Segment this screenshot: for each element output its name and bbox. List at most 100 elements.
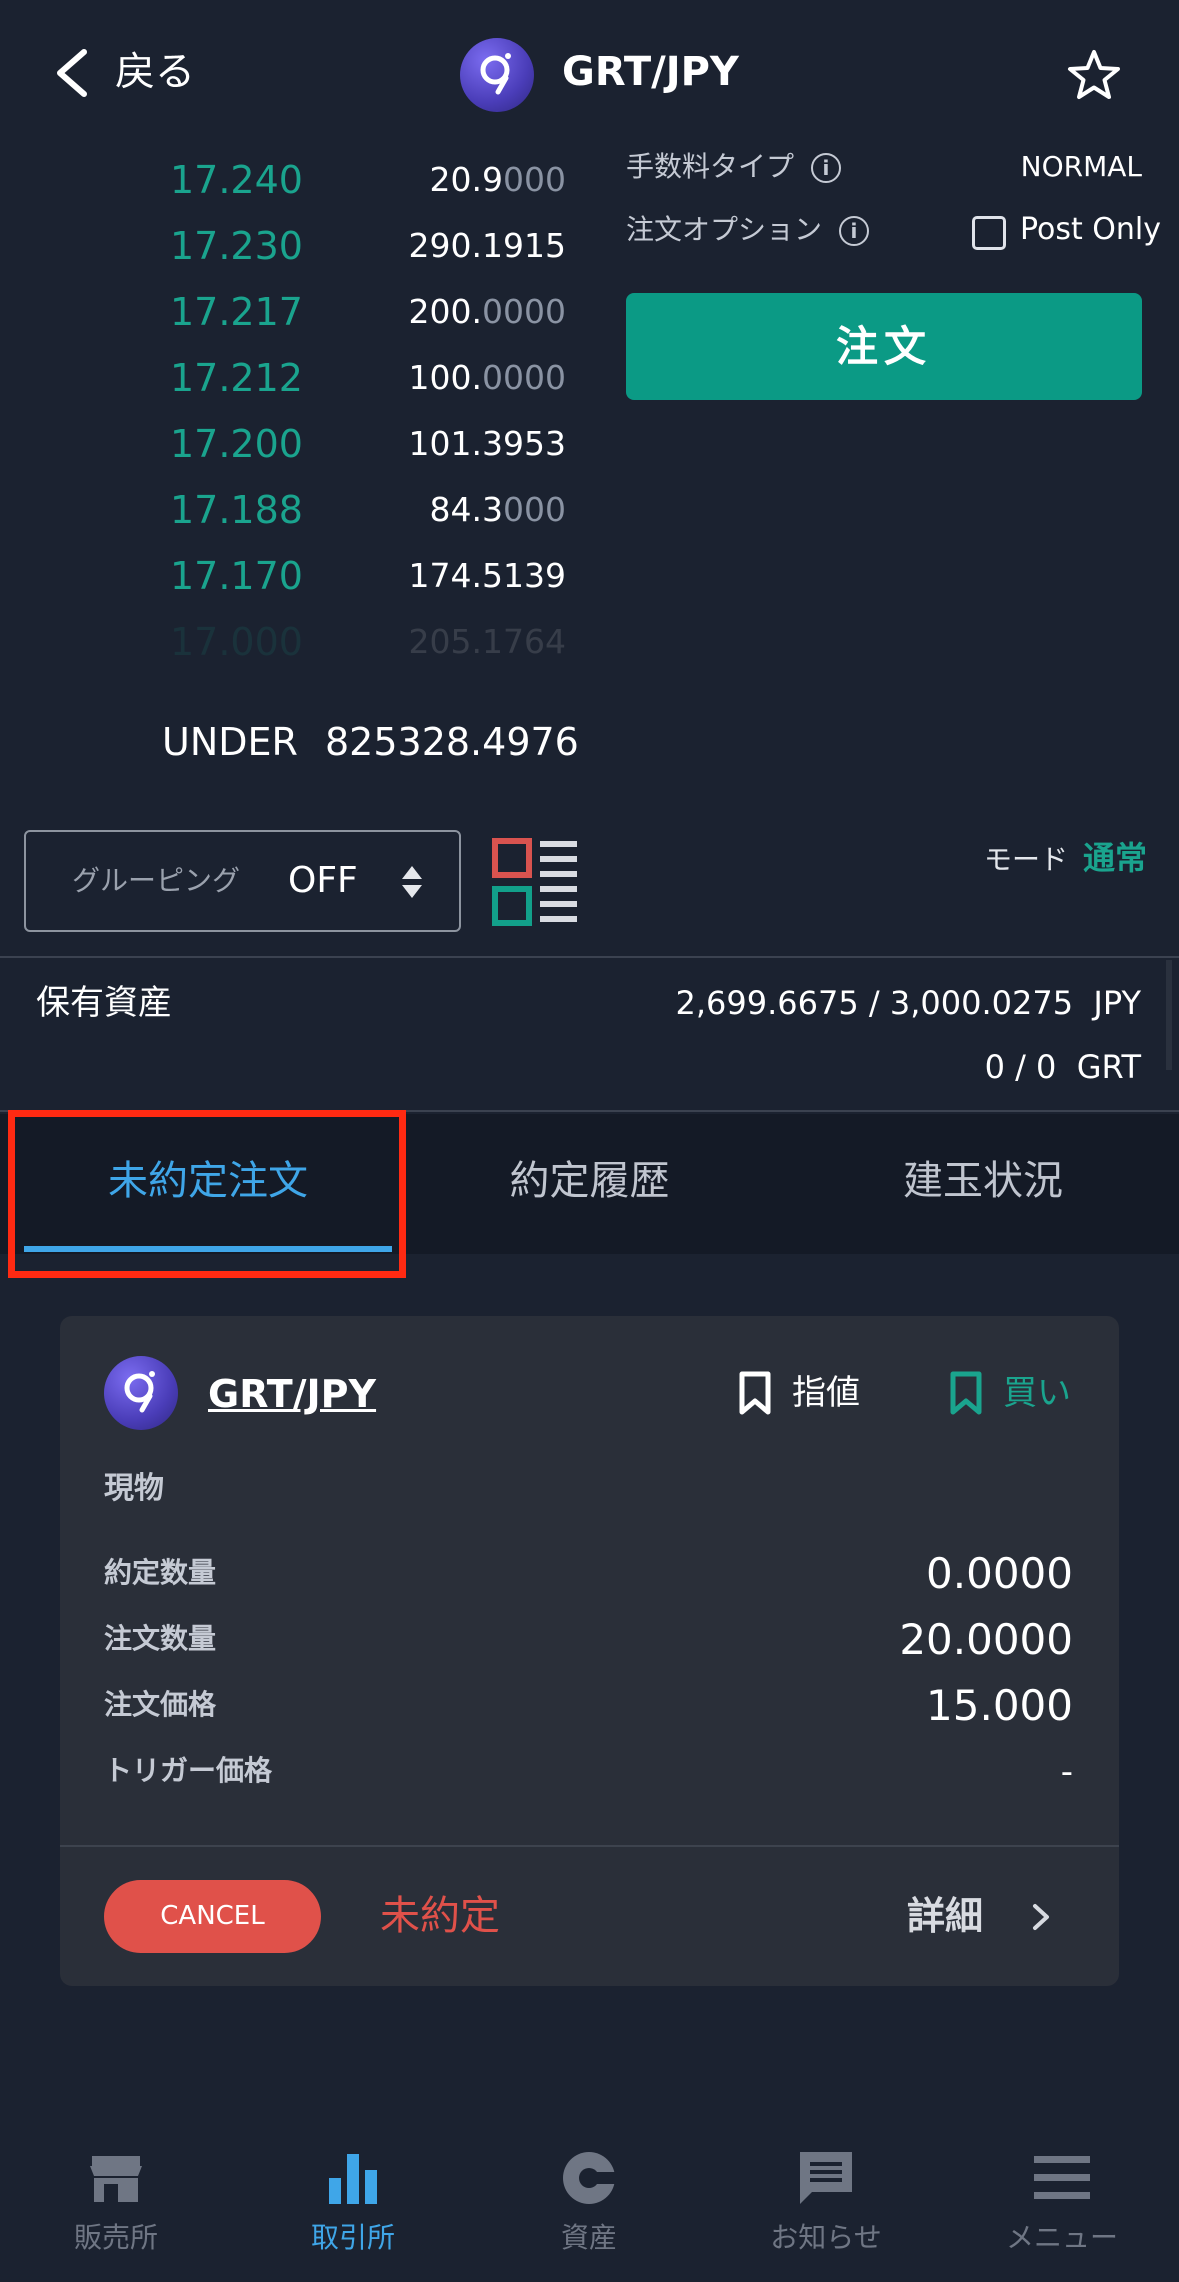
under-value: 825328.4976 xyxy=(325,720,579,764)
qty-dim: 0000 xyxy=(482,292,566,331)
ask-quantity: 100.0000 xyxy=(409,345,566,411)
favorite-star-icon[interactable] xyxy=(1066,48,1122,104)
chevron-right-icon[interactable] xyxy=(1030,1902,1052,1932)
trigger-price-label: トリガー価格 xyxy=(104,1754,273,1787)
grt-logo-icon xyxy=(460,38,534,112)
order-pair-link[interactable]: GRT/JPY xyxy=(208,1366,376,1422)
tab-trade-history[interactable]: 約定履歴 xyxy=(392,1114,787,1254)
assets-label: 保有資産 xyxy=(36,983,172,1023)
qty-main: 20.9 xyxy=(429,160,503,199)
fee-type-value[interactable]: NORMAL xyxy=(1021,145,1142,189)
order-type-label: 指値 xyxy=(792,1373,860,1413)
fee-type-label: 手数料タイプ i xyxy=(626,145,841,189)
ask-quantity: 174.5139 xyxy=(409,543,566,609)
order-book-row[interactable]: 17.188 84.3000 xyxy=(0,477,580,543)
store-icon xyxy=(90,2156,142,2202)
ask-quantity: 290.1915 xyxy=(409,213,566,279)
order-qty-value: 20.0000 xyxy=(899,1615,1073,1664)
order-book-row[interactable]: 17.200 101.3953 xyxy=(0,411,580,477)
fee-type-text: 手数料タイプ xyxy=(626,150,795,183)
order-book-row[interactable]: 17.000 205.1764 xyxy=(0,609,580,675)
mode-value[interactable]: 通常 xyxy=(1083,836,1147,880)
qty-dim: 000 xyxy=(503,490,566,529)
qty-main: 205.1764 xyxy=(408,622,566,661)
ask-price: 17.200 xyxy=(170,422,303,466)
grouping-value: OFF xyxy=(288,860,358,901)
pie-chart-icon xyxy=(563,2152,617,2204)
filled-qty-value: 0.0000 xyxy=(926,1549,1073,1598)
nav-label: 資産 xyxy=(560,2221,617,2254)
scrollbar[interactable] xyxy=(1166,960,1172,1070)
assets-grt: 0 / 0 GRT xyxy=(984,1048,1141,1086)
pair-title: GRT/JPY xyxy=(562,49,739,95)
ask-price: 17.240 xyxy=(170,158,303,202)
order-book-row[interactable]: 17.212 100.0000 xyxy=(0,345,580,411)
order-price-value: 15.000 xyxy=(926,1681,1073,1730)
grt-logo-icon xyxy=(104,1356,178,1430)
ask-quantity: 20.9000 xyxy=(430,147,566,213)
ask-quantity: 101.3953 xyxy=(409,411,566,477)
order-book-row[interactable]: 17.217 200.0000 xyxy=(0,279,580,345)
qty-main: 290.1915 xyxy=(408,226,566,265)
qty-dim: 0000 xyxy=(482,358,566,397)
detail-link[interactable]: 詳細 xyxy=(907,1886,983,1946)
order-button[interactable]: 注文 xyxy=(626,293,1142,400)
sort-updown-icon xyxy=(402,866,422,898)
ask-price: 17.230 xyxy=(170,224,303,268)
bookmark-icon xyxy=(739,1371,771,1415)
nav-label: メニュー xyxy=(1005,2221,1118,2254)
info-icon[interactable]: i xyxy=(838,216,869,246)
back-chevron-icon[interactable] xyxy=(50,48,96,98)
qty-dim: 000 xyxy=(503,160,566,199)
nav-news[interactable]: お知らせ xyxy=(746,2140,906,2260)
ask-price: 17.170 xyxy=(170,554,303,598)
nav-label: 取引所 xyxy=(310,2221,395,2254)
ask-price: 17.217 xyxy=(170,290,303,334)
qty-main: 174.5139 xyxy=(408,556,566,595)
post-only-checkbox[interactable] xyxy=(972,216,1006,250)
info-icon[interactable]: i xyxy=(810,153,841,183)
qty-main: 100. xyxy=(408,358,483,397)
qty-main: 84.3 xyxy=(429,490,503,529)
back-button[interactable]: 戻る xyxy=(115,44,195,100)
message-icon xyxy=(800,2152,852,2204)
order-price-label: 注文価格 xyxy=(104,1688,217,1721)
cancel-order-button[interactable]: CANCEL xyxy=(104,1880,321,1953)
nav-store[interactable]: 販売所 xyxy=(36,2140,196,2260)
order-book-row[interactable]: 17.240 20.9000 xyxy=(0,147,580,213)
order-book-row[interactable]: 17.170 174.5139 xyxy=(0,543,580,609)
mode-label: モード xyxy=(984,843,1069,876)
order-book-row[interactable]: 17.230 290.1915 xyxy=(0,213,580,279)
bookmark-icon xyxy=(950,1371,982,1415)
header-bar: 戻る GRT/JPY xyxy=(0,0,1179,140)
qty-main: 200. xyxy=(408,292,483,331)
ask-quantity: 200.0000 xyxy=(409,279,566,345)
order-qty-label: 注文数量 xyxy=(104,1622,217,1655)
nav-label: お知らせ xyxy=(770,2221,882,2254)
order-category: 現物 xyxy=(104,1471,164,1506)
grouping-select[interactable]: グルーピング OFF xyxy=(24,830,461,932)
order-status: 未約定 xyxy=(380,1893,500,1939)
ask-price: 17.000 xyxy=(170,620,303,664)
ask-price: 17.188 xyxy=(170,488,303,532)
assets-jpy: 2,699.6675 / 3,000.0275 JPY xyxy=(675,984,1141,1022)
order-side-label: 買い xyxy=(1003,1373,1071,1413)
nav-exchange[interactable]: 取引所 xyxy=(273,2140,433,2260)
trigger-price-value: - xyxy=(1060,1752,1073,1792)
ask-quantity: 205.1764 xyxy=(409,609,566,675)
ask-price: 17.212 xyxy=(170,356,303,400)
qty-main: 101.3953 xyxy=(408,424,566,463)
nav-label: 販売所 xyxy=(73,2221,158,2254)
tab-positions[interactable]: 建玉状況 xyxy=(787,1114,1179,1254)
nav-assets[interactable]: 資産 xyxy=(509,2140,669,2260)
post-only-label[interactable]: Post Only xyxy=(1020,208,1161,252)
divider xyxy=(0,956,1179,958)
menu-icon xyxy=(1034,2156,1090,2199)
nav-menu[interactable]: メニュー xyxy=(982,2140,1142,2260)
order-option-label: 注文オプション i xyxy=(626,208,869,252)
orderbook-layout-icon[interactable] xyxy=(492,838,580,926)
divider xyxy=(60,1845,1119,1847)
ask-quantity: 84.3000 xyxy=(430,477,566,543)
under-label: UNDER xyxy=(162,720,298,764)
bar-chart-icon xyxy=(329,2154,377,2204)
